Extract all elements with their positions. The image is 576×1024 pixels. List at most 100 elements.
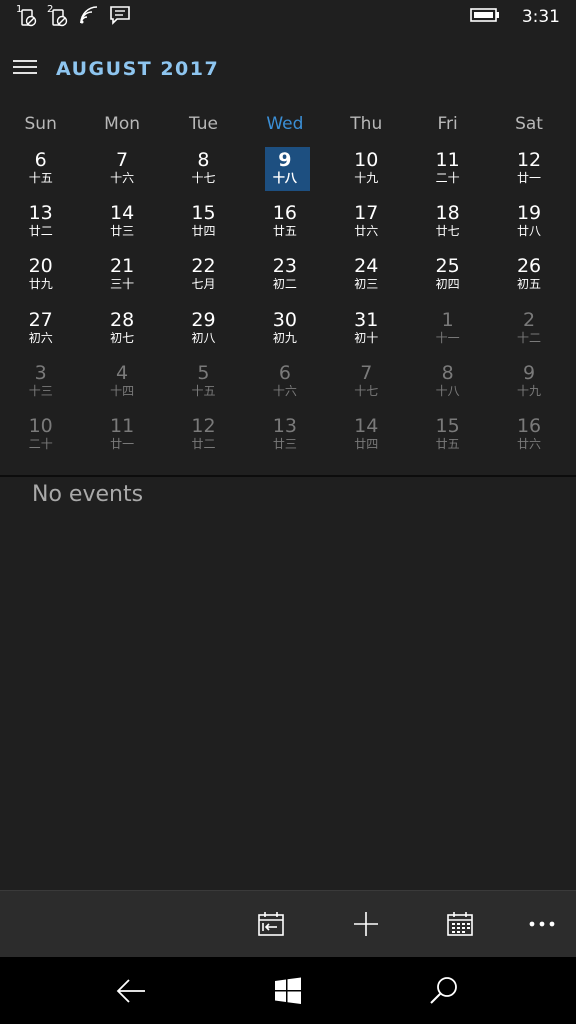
day-number: 31 — [354, 308, 379, 331]
add-icon[interactable] — [349, 907, 383, 941]
weekday-label: Tue — [188, 114, 218, 134]
day-number: 11 — [109, 414, 135, 437]
day-number: 20 — [28, 255, 53, 278]
lunar-date: 廿六 — [517, 436, 542, 451]
lunar-date: 廿六 — [354, 224, 379, 239]
day-cell[interactable]: 10 二十 — [0, 412, 81, 465]
day-cell[interactable]: 29 初八 — [163, 306, 244, 359]
day-cell[interactable]: 15 廿四 — [163, 199, 244, 252]
day-cell[interactable]: 16 廿五 — [244, 199, 325, 252]
lunar-date: 十六 — [272, 383, 297, 398]
lunar-date: 初三 — [354, 277, 379, 292]
day-number: 29 — [191, 308, 216, 331]
day-cell[interactable]: 24 初三 — [326, 252, 407, 305]
lunar-date: 廿三 — [110, 224, 135, 239]
lunar-date: 廿二 — [191, 436, 216, 451]
day-cell[interactable]: 23 初二 — [244, 252, 325, 305]
day-number: 5 — [197, 361, 210, 384]
day-cell[interactable]: 26 初五 — [488, 252, 569, 305]
status-right: 3:31 — [470, 5, 560, 29]
week-row: 10 二十 11 廿一 12 廿二 13 廿三 14 廿四 15 廿五 16 廿六 — [0, 412, 570, 465]
month-view-icon[interactable] — [443, 907, 477, 941]
week-row: 13 廿二 14 廿三 15 廿四 16 廿五 17 廿六 18 廿七 19 廿八 — [0, 199, 570, 252]
day-cell[interactable]: 1 十一 — [407, 306, 488, 359]
day-number: 15 — [191, 202, 216, 225]
day-number: 14 — [354, 414, 379, 437]
day-cell[interactable]: 19 廿八 — [488, 199, 569, 252]
day-cell[interactable]: 8 十七 — [163, 146, 244, 199]
day-number: 2 — [522, 308, 536, 331]
day-number: 27 — [28, 308, 53, 331]
day-cell[interactable]: 6 十六 — [244, 359, 325, 412]
status-left: 1 2 — [16, 4, 131, 29]
lunar-date: 初五 — [517, 277, 542, 292]
day-cell[interactable]: 11 二十 — [407, 146, 488, 199]
day-number: 30 — [272, 308, 297, 331]
day-cell[interactable]: 13 廿二 — [0, 199, 81, 252]
day-cell[interactable]: 22 七月 — [163, 252, 244, 305]
lunar-date: 十五 — [191, 383, 216, 398]
lunar-date: 初四 — [435, 277, 460, 292]
day-number: 18 — [435, 202, 460, 225]
day-cell[interactable]: 10 十九 — [326, 146, 407, 199]
day-number: 6 — [34, 149, 47, 171]
lunar-date: 十九 — [354, 171, 379, 185]
today-icon[interactable] — [254, 907, 288, 941]
more-icon[interactable] — [525, 907, 559, 941]
lunar-date: 廿四 — [354, 436, 379, 451]
day-cell[interactable]: 30 初九 — [244, 306, 325, 359]
day-cell[interactable]: 17 廿六 — [326, 199, 407, 252]
month-title[interactable]: AUGUST 2017 — [56, 58, 219, 80]
day-cell[interactable]: 21 三十 — [81, 252, 162, 305]
weekday-label: Wed — [266, 114, 304, 134]
day-cell[interactable]: 5 十五 — [163, 359, 244, 412]
day-cell[interactable]: 3 十三 — [0, 359, 81, 412]
status-bar: 1 2 3:31 — [0, 0, 576, 34]
day-number: 8 — [197, 149, 210, 171]
lunar-date: 七月 — [191, 277, 216, 292]
day-cell[interactable]: 6 十五 — [0, 146, 81, 199]
lunar-date: 十八 — [435, 383, 460, 398]
day-cell[interactable]: 7 十六 — [81, 146, 162, 199]
day-cell[interactable]: 2 十二 — [488, 306, 569, 359]
day-cell[interactable]: 12 廿二 — [163, 412, 244, 465]
day-number: 22 — [191, 255, 216, 278]
day-number: 15 — [435, 414, 460, 437]
day-cell[interactable]: 14 廿四 — [326, 412, 407, 465]
app-bar — [0, 890, 576, 957]
day-cell[interactable]: 25 初四 — [407, 252, 488, 305]
day-cell[interactable]: 11 廿一 — [81, 412, 162, 465]
lunar-date: 初六 — [28, 330, 53, 345]
day-number: 10 — [28, 414, 53, 437]
day-number: 4 — [116, 361, 129, 384]
day-cell[interactable]: 31 初十 — [326, 306, 407, 359]
day-cell[interactable]: 4 十四 — [81, 359, 162, 412]
day-cell[interactable]: 27 初六 — [0, 306, 81, 359]
day-cell-selected[interactable]: 9 十八 — [244, 146, 325, 199]
day-cell[interactable]: 13 廿三 — [244, 412, 325, 465]
hamburger-menu-icon[interactable] — [12, 54, 38, 80]
day-cell[interactable]: 18 廿七 — [407, 199, 488, 252]
day-number: 8 — [441, 361, 454, 384]
search-icon[interactable] — [427, 974, 461, 1008]
day-cell[interactable]: 14 廿三 — [81, 199, 162, 252]
day-number: 25 — [435, 255, 460, 278]
day-number: 16 — [516, 414, 542, 437]
back-icon[interactable] — [114, 974, 148, 1008]
day-cell[interactable]: 8 十八 — [407, 359, 488, 412]
day-cell[interactable]: 12 廿一 — [488, 146, 569, 199]
lunar-date: 十七 — [191, 171, 216, 185]
windows-start-icon[interactable] — [271, 974, 305, 1008]
day-number: 17 — [354, 202, 379, 225]
day-cell[interactable]: 9 十九 — [488, 359, 569, 412]
lunar-date: 初八 — [191, 330, 216, 345]
day-number: 3 — [34, 361, 47, 384]
day-cell[interactable]: 15 廿五 — [407, 412, 488, 465]
day-number: 7 — [360, 361, 373, 384]
day-cell[interactable]: 16 廿六 — [488, 412, 569, 465]
day-cell[interactable]: 7 十七 — [326, 359, 407, 412]
day-cell[interactable]: 28 初七 — [81, 306, 162, 359]
lunar-date: 廿三 — [272, 436, 297, 451]
day-cell[interactable]: 20 廿九 — [0, 252, 81, 305]
day-number: 10 — [354, 149, 379, 171]
